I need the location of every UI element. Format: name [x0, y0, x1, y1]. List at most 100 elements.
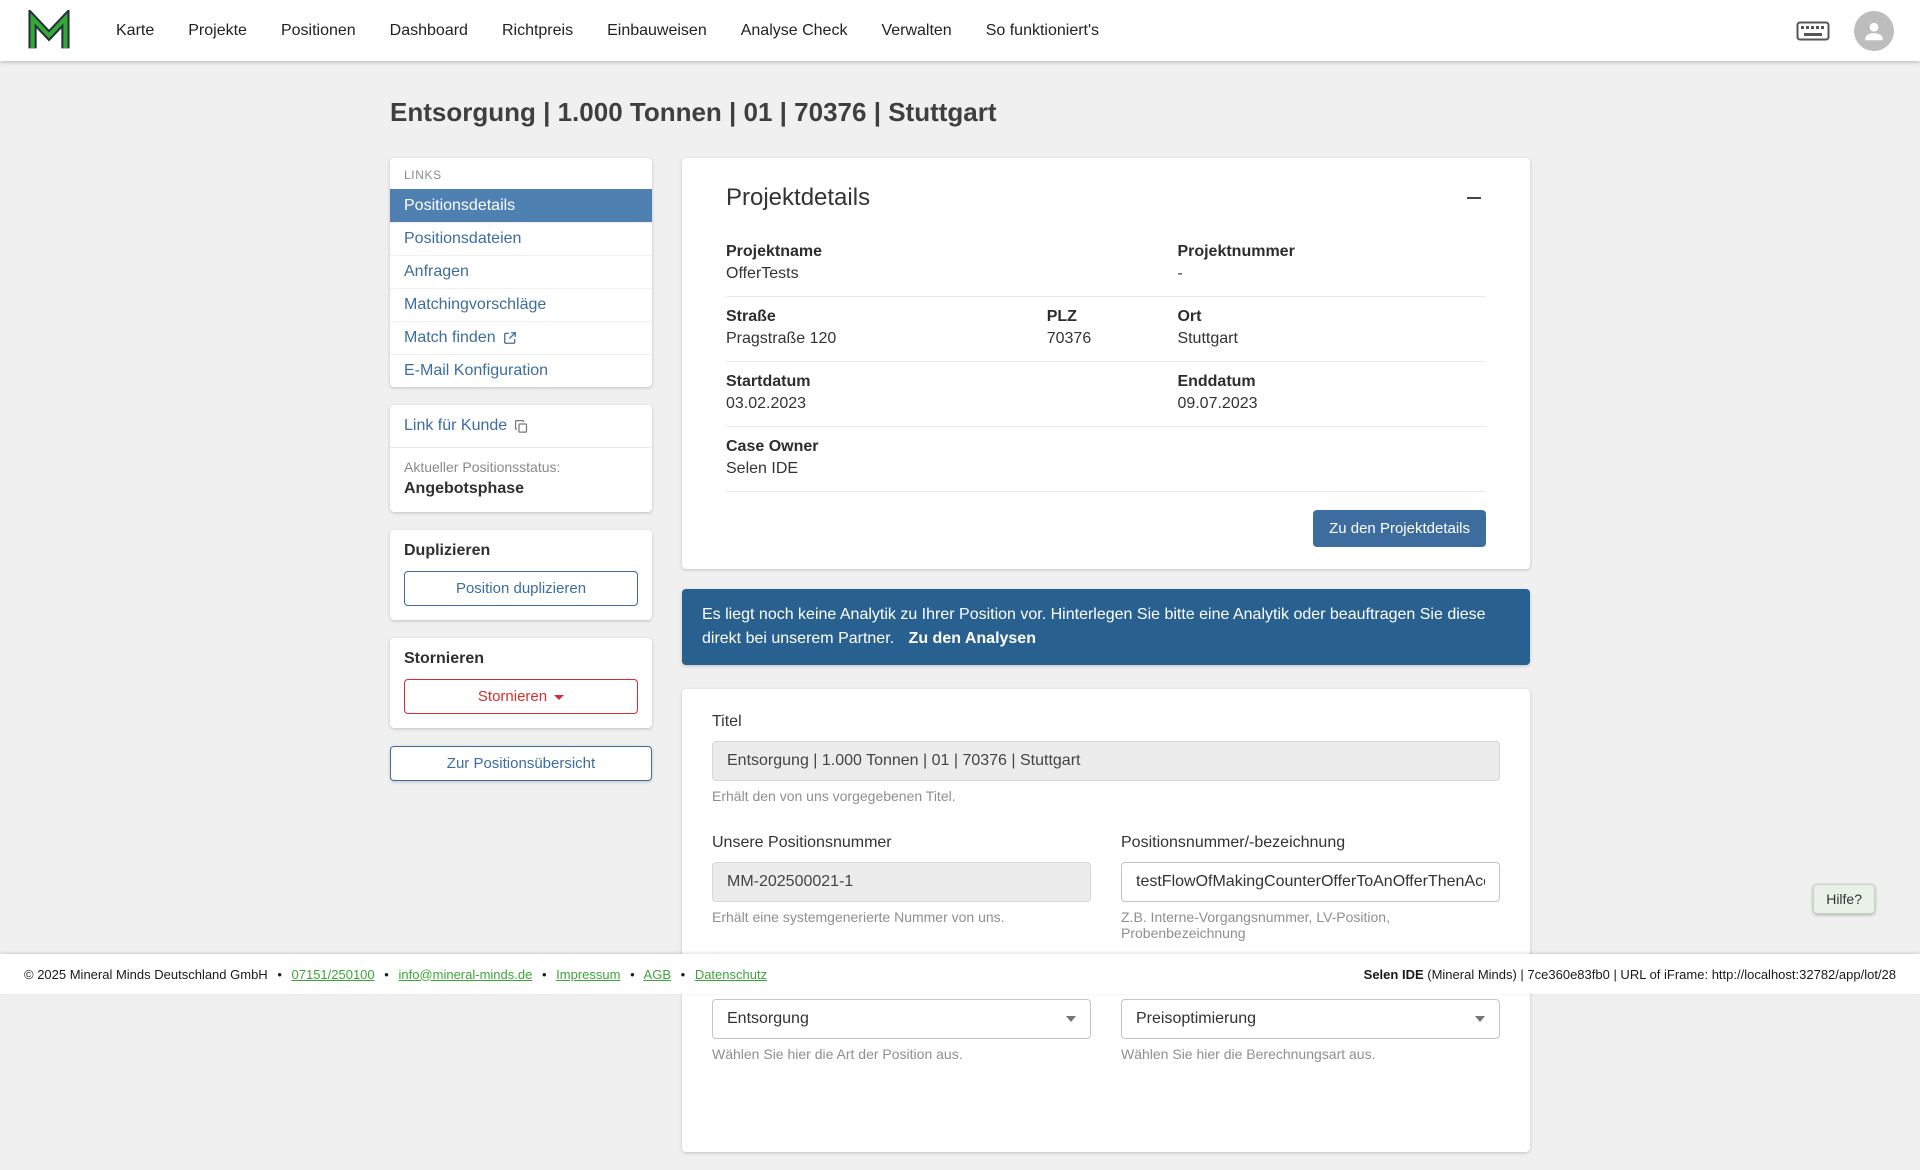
page-container: Entsorgung | 1.000 Tonnen | 01 | 70376 |… — [390, 61, 1530, 1170]
projektname-label: Projektname — [726, 243, 1177, 261]
titel-label: Titel — [712, 713, 1500, 731]
bezeichnung-input[interactable] — [1121, 862, 1500, 902]
nav-item-analyse-check[interactable]: Analyse Check — [741, 22, 848, 40]
duplicate-position-button[interactable]: Position duplizieren — [404, 571, 638, 606]
position-overview-button[interactable]: Zur Positionsübersicht — [390, 746, 652, 781]
collapse-icon[interactable] — [1462, 186, 1486, 210]
chevron-down-icon — [1475, 1016, 1485, 1022]
projektname-value: OfferTests — [726, 265, 1177, 283]
positionsnummer-helper: Erhält eine systemgenerierte Nummer von … — [712, 909, 1091, 925]
divider — [390, 447, 652, 448]
project-details-card: Projektdetails Projektname OfferTests Pr… — [682, 158, 1530, 569]
separator: • — [384, 967, 389, 982]
sidebar: LINKS Positionsdetails Positionsdateien … — [390, 158, 652, 781]
position-form-card: Titel Erhält den von uns vorgegebenen Ti… — [682, 689, 1530, 1152]
sidebar-item-positionsdateien[interactable]: Positionsdateien — [390, 222, 652, 255]
sidebar-item-label: Positionsdetails — [404, 197, 515, 215]
typ-helper: Wählen Sie hier die Art der Position aus… — [712, 1046, 1091, 1062]
banner-text: Es liegt noch keine Analytik zu Ihrer Po… — [702, 606, 1486, 647]
positionsnummer-label: Unsere Positionsnummer — [712, 834, 1091, 852]
titel-input — [712, 741, 1500, 781]
nav-item-verwalten[interactable]: Verwalten — [881, 22, 951, 40]
typ-select[interactable]: Entsorgung — [712, 999, 1091, 1039]
copy-icon — [514, 419, 529, 434]
project-details-title: Projektdetails — [726, 184, 870, 212]
nav-item-positionen[interactable]: Positionen — [281, 22, 356, 40]
footer-copyright: © 2025 Mineral Minds Deutschland GmbH — [24, 967, 268, 982]
nav-item-projekte[interactable]: Projekte — [188, 22, 247, 40]
sidebar-item-email-konfiguration[interactable]: E-Mail Konfiguration — [390, 354, 652, 387]
case-owner-label: Case Owner — [726, 438, 1177, 456]
project-row-owner: Case Owner Selen IDE — [726, 427, 1486, 492]
sidebar-item-anfragen[interactable]: Anfragen — [390, 255, 652, 288]
mineral-minds-logo-icon[interactable] — [26, 10, 72, 52]
footer-email-link[interactable]: info@mineral-minds.de — [398, 967, 532, 982]
startdatum-value: 03.02.2023 — [726, 395, 1177, 413]
nav-item-karte[interactable]: Karte — [116, 22, 154, 40]
footer-session-info: (Mineral Minds) | 7ce360e83fb0 | URL of … — [1427, 967, 1896, 982]
nav-item-einbauweisen[interactable]: Einbauweisen — [607, 22, 707, 40]
cancel-card: Stornieren Stornieren — [390, 638, 652, 728]
enddatum-value: 09.07.2023 — [1177, 395, 1486, 413]
sidebar-item-positionsdetails[interactable]: Positionsdetails — [390, 189, 652, 222]
titel-field-group: Titel Erhält den von uns vorgegebenen Ti… — [712, 713, 1500, 804]
cancel-header: Stornieren — [404, 650, 638, 668]
plz-label: PLZ — [1047, 308, 1178, 326]
sidebar-item-label: E-Mail Konfiguration — [404, 362, 548, 380]
project-row-name-number: Projektname OfferTests Projektnummer - — [726, 232, 1486, 297]
bezeichnung-label: Positionsnummer/-bezeichnung — [1121, 834, 1500, 852]
cancel-position-button[interactable]: Stornieren — [404, 679, 638, 714]
analytics-info-banner: Es liegt noch keine Analytik zu Ihrer Po… — [682, 589, 1530, 665]
position-status-value: Angebotsphase — [404, 480, 638, 498]
go-to-analyses-link[interactable]: Zu den Analysen — [909, 630, 1036, 647]
customer-link-card: Link für Kunde Aktueller Positionsstatus… — [390, 405, 652, 512]
enddatum-label: Enddatum — [1177, 373, 1486, 391]
sidebar-item-matchingvorschlaege[interactable]: Matchingvorschläge — [390, 288, 652, 321]
go-to-project-details-button[interactable]: Zu den Projektdetails — [1313, 510, 1486, 547]
nav-item-richtpreis[interactable]: Richtpreis — [502, 22, 573, 40]
duplicate-header: Duplizieren — [404, 542, 638, 560]
customer-link[interactable]: Link für Kunde — [404, 417, 529, 435]
strasse-label: Straße — [726, 308, 1047, 326]
plz-value: 70376 — [1047, 330, 1178, 348]
links-header: LINKS — [390, 158, 652, 189]
footer-impressum-link[interactable]: Impressum — [556, 967, 620, 982]
berechnungsart-helper: Wählen Sie hier die Berechnungsart aus. — [1121, 1046, 1500, 1062]
position-status-label: Aktueller Positionsstatus: — [404, 459, 638, 475]
project-row-dates: Startdatum 03.02.2023 Enddatum 09.07.202… — [726, 362, 1486, 427]
caret-down-icon — [554, 695, 564, 700]
berechnungsart-select-value: Preisoptimierung — [1136, 1010, 1256, 1028]
nav-item-so-funktionierts[interactable]: So funktioniert's — [986, 22, 1099, 40]
footer: © 2025 Mineral Minds Deutschland GmbH • … — [0, 954, 1920, 994]
duplicate-card: Duplizieren Position duplizieren — [390, 530, 652, 620]
user-silhouette-icon — [1861, 18, 1887, 44]
nav-item-dashboard[interactable]: Dashboard — [390, 22, 468, 40]
case-owner-value: Selen IDE — [726, 460, 1177, 478]
ort-label: Ort — [1177, 308, 1486, 326]
keyboard-icon[interactable] — [1796, 19, 1830, 43]
main-nav: Karte Projekte Positionen Dashboard Rich… — [116, 22, 1099, 40]
footer-left: © 2025 Mineral Minds Deutschland GmbH • … — [24, 967, 767, 982]
projektnummer-label: Projektnummer — [1177, 243, 1486, 261]
sidebar-item-label: Matchingvorschläge — [404, 296, 546, 314]
sidebar-item-label: Match finden — [404, 329, 496, 347]
footer-datenschutz-link[interactable]: Datenschutz — [695, 967, 767, 982]
berechnungsart-select[interactable]: Preisoptimierung — [1121, 999, 1500, 1039]
separator: • — [630, 967, 635, 982]
navbar-right — [1796, 11, 1894, 51]
help-button[interactable]: Hilfe? — [1813, 884, 1875, 914]
page-title: Entsorgung | 1.000 Tonnen | 01 | 70376 |… — [390, 97, 1530, 128]
separator: • — [542, 967, 547, 982]
separator: • — [277, 967, 282, 982]
strasse-value: Pragstraße 120 — [726, 330, 1047, 348]
footer-phone-link[interactable]: 07151/250100 — [292, 967, 375, 982]
footer-user-name: Selen IDE — [1364, 967, 1424, 982]
footer-right: Selen IDE (Mineral Minds) | 7ce360e83fb0… — [1364, 967, 1896, 982]
bezeichnung-helper: Z.B. Interne-Vorgangsnummer, LV-Position… — [1121, 909, 1500, 941]
positionsnummer-input — [712, 862, 1091, 902]
footer-agb-link[interactable]: AGB — [644, 967, 671, 982]
sidebar-item-match-finden[interactable]: Match finden — [390, 321, 652, 354]
user-avatar[interactable] — [1854, 11, 1894, 51]
links-card: LINKS Positionsdetails Positionsdateien … — [390, 158, 652, 387]
separator: • — [681, 967, 686, 982]
